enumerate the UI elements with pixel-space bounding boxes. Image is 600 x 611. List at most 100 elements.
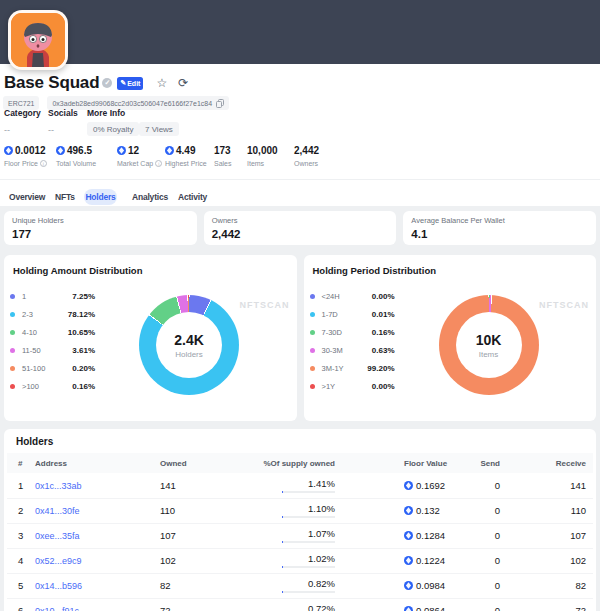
table-row: 40x52...e9c91021.02%0.12240102 xyxy=(7,548,593,573)
holder-send: 0 xyxy=(455,598,502,611)
legend-label: 7-30D xyxy=(322,328,342,337)
holder-rank: 2 xyxy=(7,498,35,523)
holder-address-link[interactable]: 0x52...e9c9 xyxy=(35,556,82,566)
summary-card: Unique Holders177 xyxy=(4,211,197,245)
stat-label: Market Capi xyxy=(117,160,165,167)
legend-value: 0.00% xyxy=(372,292,395,301)
category-label: Category xyxy=(4,108,41,118)
eth-icon xyxy=(404,581,413,590)
stat-sales: 173Sales xyxy=(214,145,247,167)
stat-items: 10,000Items xyxy=(247,145,294,167)
legend-value: 3.61% xyxy=(72,346,95,355)
legend-item: 4-1010.65% xyxy=(10,323,95,341)
stat-value: 496.5 xyxy=(67,145,92,156)
stat-label: Total Volume xyxy=(56,160,117,167)
copy-icon[interactable] xyxy=(216,99,224,108)
holder-address-link[interactable]: 0x41...30fe xyxy=(35,506,80,516)
legend-label: 1-7D xyxy=(322,310,338,319)
star-icon[interactable]: ☆ xyxy=(156,76,167,90)
socials-value: -- xyxy=(48,125,54,135)
chart-panel: Holding Amount Distribution17.25%2-378.1… xyxy=(4,255,297,421)
donut-chart: 2.4KHolders xyxy=(139,295,239,395)
charts-row: Holding Amount Distribution17.25%2-378.1… xyxy=(4,255,596,421)
legend-dot-icon xyxy=(310,366,315,371)
stat-floor-price: 0.0012Floor Pricei xyxy=(4,145,56,167)
eth-icon xyxy=(404,606,413,611)
tab-analytics[interactable]: Analytics xyxy=(132,192,178,202)
stat-value: 12 xyxy=(128,145,139,156)
holder-receive: 110 xyxy=(502,498,593,523)
stat-highest-price: 4.49Highest Price xyxy=(165,145,214,167)
legend-item: 2-378.12% xyxy=(10,305,95,323)
legend-item: 7-30D0.16% xyxy=(310,323,395,341)
holders-table: #AddressOwned%Of supply ownedFloor Value… xyxy=(7,453,593,611)
tab-activity[interactable]: Activity xyxy=(178,192,208,202)
chart-legend: 17.25%2-378.12%4-1010.65%11-503.61%51-10… xyxy=(10,287,95,395)
legend-label: 3M-1Y xyxy=(322,364,344,373)
supply-pct-bar xyxy=(282,591,335,593)
holder-floor-value: 0.1224 xyxy=(404,555,455,566)
holder-address-link[interactable]: 0x10...f91c xyxy=(35,606,79,611)
holder-rank: 3 xyxy=(7,523,35,548)
supply-pct-bar xyxy=(282,491,335,493)
stat-total-volume: 496.5 Total Volume xyxy=(56,145,117,167)
legend-dot-icon xyxy=(10,330,15,335)
supply-pct-bar xyxy=(282,541,335,543)
more-info-label[interactable]: More Info xyxy=(87,108,125,118)
legend-label: 11-50 xyxy=(22,346,41,355)
chart-panel: Holding Period Distribution<24H0.00%1-7D… xyxy=(304,255,597,421)
holder-receive: 72 xyxy=(502,598,593,611)
legend-dot-icon xyxy=(310,294,315,299)
holder-supply-pct: 0.72% xyxy=(282,603,335,611)
donut-center-value: 10K xyxy=(476,332,502,348)
card-label: Average Balance Per Wallet xyxy=(411,216,588,225)
header-banner xyxy=(0,0,600,64)
stat-label: Highest Price xyxy=(165,160,214,167)
stat-value: 0.0012 xyxy=(15,145,46,156)
eth-icon xyxy=(404,531,413,540)
legend-value: 0.00% xyxy=(372,382,395,391)
holder-address-link[interactable]: 0x1c...33ab xyxy=(35,481,82,491)
stat-value: 173 xyxy=(214,145,231,156)
legend-label: 2-3 xyxy=(22,310,33,319)
edit-button[interactable]: ✎Edit xyxy=(117,77,143,90)
holder-receive: 102 xyxy=(502,548,593,573)
watermark: NFTSCAN xyxy=(240,300,290,310)
tab-overview[interactable]: Overview xyxy=(9,192,55,202)
holder-send: 0 xyxy=(455,498,502,523)
eth-icon xyxy=(117,146,126,155)
legend-dot-icon xyxy=(310,384,315,389)
holder-address-link[interactable]: 0x14...b596 xyxy=(35,581,82,591)
holder-owned: 82 xyxy=(160,573,240,598)
legend-item: 51-1000.20% xyxy=(10,359,95,377)
summary-card: Owners2,442 xyxy=(204,211,397,245)
col-header: Address xyxy=(35,453,160,473)
tab-bar: OverviewNFTsHolders AnalyticsActivity xyxy=(0,179,600,206)
col-header: Floor Value xyxy=(335,453,455,473)
holders-table-title: Holders xyxy=(7,433,593,447)
holder-supply-pct: 1.07% xyxy=(282,528,335,543)
eth-icon xyxy=(165,146,174,155)
legend-label: >100 xyxy=(22,382,39,391)
holder-send: 0 xyxy=(455,473,502,498)
legend-label: 51-100 xyxy=(22,364,45,373)
holder-address-link[interactable]: 0xee...35fa xyxy=(35,531,80,541)
stat-label: Owners xyxy=(294,160,334,167)
eth-icon xyxy=(4,146,13,155)
royalty-badge: 0% Royalty xyxy=(87,122,139,136)
tab-holders[interactable]: Holders xyxy=(84,189,117,205)
legend-label: 4-10 xyxy=(22,328,37,337)
legend-item: >1Y0.00% xyxy=(310,377,395,395)
holder-supply-pct: 0.82% xyxy=(282,578,335,593)
legend-item: 11-50 3.61% xyxy=(10,341,95,359)
holder-rank: 5 xyxy=(7,573,35,598)
donut-center-label: Items xyxy=(479,350,499,359)
card-value: 177 xyxy=(12,228,189,240)
refresh-icon[interactable]: ⟳ xyxy=(178,76,188,90)
tab-nfts[interactable]: NFTs xyxy=(55,192,84,202)
donut-center-label: Holders xyxy=(175,350,203,359)
holder-floor-value: 0.0984 xyxy=(404,580,455,591)
holder-floor-value: 0.1284 xyxy=(404,530,455,541)
main-content: Unique Holders177Owners2,442 Average Bala… xyxy=(0,206,600,611)
col-header: Owned xyxy=(160,453,240,473)
